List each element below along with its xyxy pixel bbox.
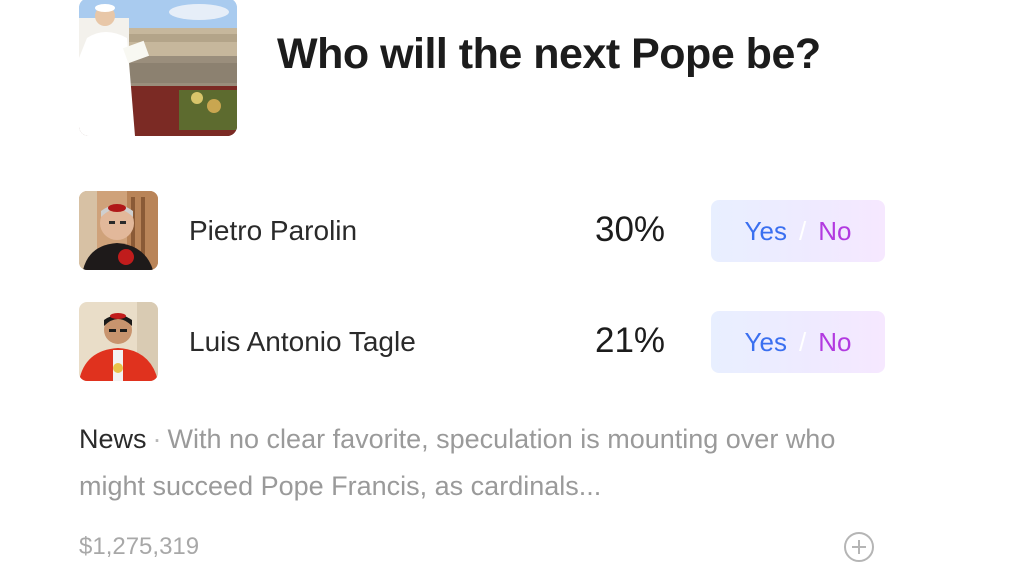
vote-separator: / <box>798 215 807 246</box>
market-title: Who will the next Pope be? <box>277 30 821 78</box>
market-card: Who will the next Pope be? Pietro Paroli… <box>0 0 1019 573</box>
pope-balcony-illustration <box>79 0 237 136</box>
outcome-percent: 30% <box>595 210 666 249</box>
outcome-percent: 21% <box>595 321 666 360</box>
plus-circle-icon[interactable] <box>843 531 875 563</box>
vote-separator: / <box>798 326 807 357</box>
vote-buttons: Yes / No <box>711 200 885 262</box>
market-image[interactable] <box>79 0 237 136</box>
vote-buttons: Yes / No <box>711 311 885 373</box>
outcome-row-parolin[interactable]: Pietro Parolin 30% Yes / No <box>79 191 889 271</box>
avatar-parolin <box>79 191 158 270</box>
news-snippet[interactable]: News · With no clear favorite, speculation… <box>79 416 859 510</box>
outcome-name: Pietro Parolin <box>189 215 358 246</box>
market-volume: $1,275,319 <box>79 533 200 560</box>
news-separator: · <box>152 424 162 454</box>
no-button[interactable]: No <box>818 216 851 247</box>
avatar-tagle <box>79 302 158 381</box>
tagle-portrait <box>79 302 158 381</box>
outcome-row-tagle[interactable]: Luis Antonio Tagle 21% Yes / No <box>79 302 889 382</box>
news-label: News <box>79 424 147 454</box>
parolin-portrait <box>79 191 158 270</box>
outcome-name: Luis Antonio Tagle <box>189 326 416 357</box>
yes-button[interactable]: Yes <box>745 216 787 247</box>
news-text: With no clear favorite, speculation is m… <box>79 424 836 501</box>
no-button[interactable]: No <box>818 327 851 358</box>
yes-button[interactable]: Yes <box>745 327 787 358</box>
